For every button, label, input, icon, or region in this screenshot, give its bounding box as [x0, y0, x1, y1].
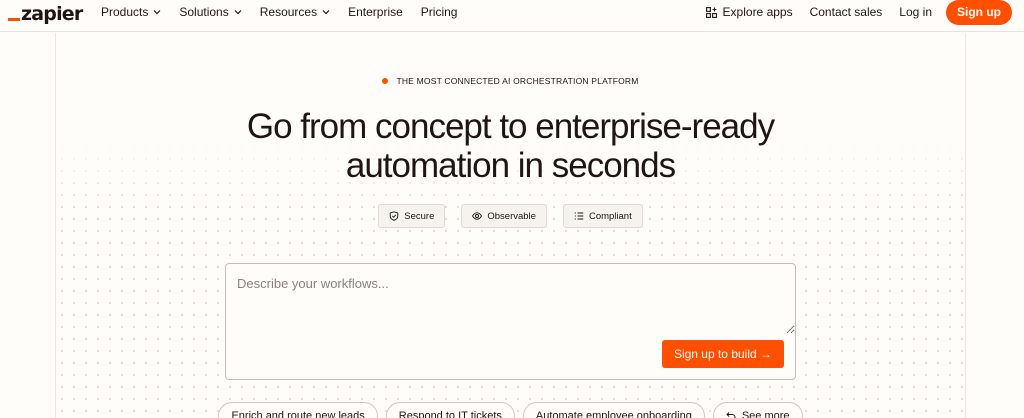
suggestion-chip[interactable]: Enrich and route new leads	[218, 402, 378, 418]
chevron-down-icon	[322, 10, 330, 15]
explore-apps-link[interactable]: Explore apps	[705, 5, 793, 19]
suggestion-chip[interactable]: Respond to IT tickets	[385, 402, 515, 418]
secondary-nav: Explore apps Contact sales Log in Sign u…	[689, 0, 1012, 25]
logo-underscore-mark	[8, 18, 20, 21]
sign-up-button[interactable]: Sign up	[946, 0, 1012, 25]
eyebrow: THE MOST CONNECTED AI ORCHESTRATION PLAT…	[56, 76, 965, 86]
suggestion-chip[interactable]: Automate employee onboarding	[522, 402, 705, 418]
nav-products[interactable]: Products	[101, 5, 161, 19]
contact-sales-link[interactable]: Contact sales	[810, 5, 883, 19]
nav-resources-label: Resources	[259, 5, 318, 19]
primary-nav: Products Solutions Resources Enterprise …	[101, 0, 475, 24]
suggestion-chips: Enrich and route new leads Respond to IT…	[56, 402, 965, 418]
suggestion-chip-label: Respond to IT tickets	[398, 410, 502, 418]
workflow-description-input[interactable]	[226, 264, 795, 334]
eyebrow-text: THE MOST CONNECTED AI ORCHESTRATION PLAT…	[396, 76, 639, 86]
nav-enterprise[interactable]: Enterprise	[348, 5, 403, 19]
badge-compliant-label: Compliant	[588, 210, 632, 222]
log-in-label: Log in	[899, 5, 932, 19]
zapier-logo[interactable]: zapier	[8, 2, 83, 25]
badge-observable-label: Observable	[487, 210, 536, 222]
headline-line-2: automation in seconds	[345, 146, 676, 185]
logo-wordmark: zapier	[21, 3, 83, 25]
workflow-prompt-box: Sign up to build →	[225, 263, 796, 380]
shield-icon	[390, 211, 399, 221]
nav-resources[interactable]: Resources	[260, 5, 330, 19]
apps-grid-icon	[705, 6, 717, 18]
see-more-label: See more	[741, 410, 790, 418]
sign-up-label: Sign up	[957, 5, 1001, 19]
headline-line-1: Go from concept to enterprise-ready	[246, 107, 775, 146]
explore-apps-label: Explore apps	[722, 5, 793, 19]
chevron-down-icon	[234, 10, 242, 15]
nav-pricing[interactable]: Pricing	[421, 5, 458, 19]
orange-dot-icon	[382, 78, 389, 84]
suggestion-chip-label: Automate employee onboarding	[535, 410, 692, 418]
hero-section: THE MOST CONNECTED AI ORCHESTRATION PLAT…	[55, 33, 966, 418]
nav-enterprise-label: Enterprise	[348, 5, 403, 19]
badge-secure: Secure	[378, 204, 446, 228]
chevron-down-icon	[153, 10, 161, 15]
trust-badges: Secure Observable Compliant	[56, 204, 965, 228]
suggestion-chip-label: Enrich and route new leads	[231, 410, 365, 418]
eye-icon	[472, 212, 483, 220]
sign-up-to-build-label: Sign up to build →	[673, 347, 772, 361]
page-title: Go from concept to enterprise-ready auto…	[56, 107, 965, 185]
badge-observable: Observable	[461, 204, 547, 228]
nav-products-label: Products	[101, 5, 149, 19]
see-more-chip[interactable]: See more	[712, 402, 803, 418]
badge-secure-label: Secure	[404, 210, 435, 222]
top-navigation: zapier Products Solutions Resources Ente…	[0, 0, 1024, 32]
undo-icon	[726, 412, 736, 418]
log-in-link[interactable]: Log in	[899, 5, 932, 19]
nav-solutions-label: Solutions	[179, 5, 229, 19]
checklist-icon	[574, 212, 584, 220]
contact-sales-label: Contact sales	[809, 5, 883, 19]
nav-pricing-label: Pricing	[420, 5, 458, 19]
nav-solutions[interactable]: Solutions	[179, 5, 242, 19]
badge-compliant: Compliant	[562, 204, 643, 228]
sign-up-to-build-button[interactable]: Sign up to build →	[661, 340, 784, 368]
